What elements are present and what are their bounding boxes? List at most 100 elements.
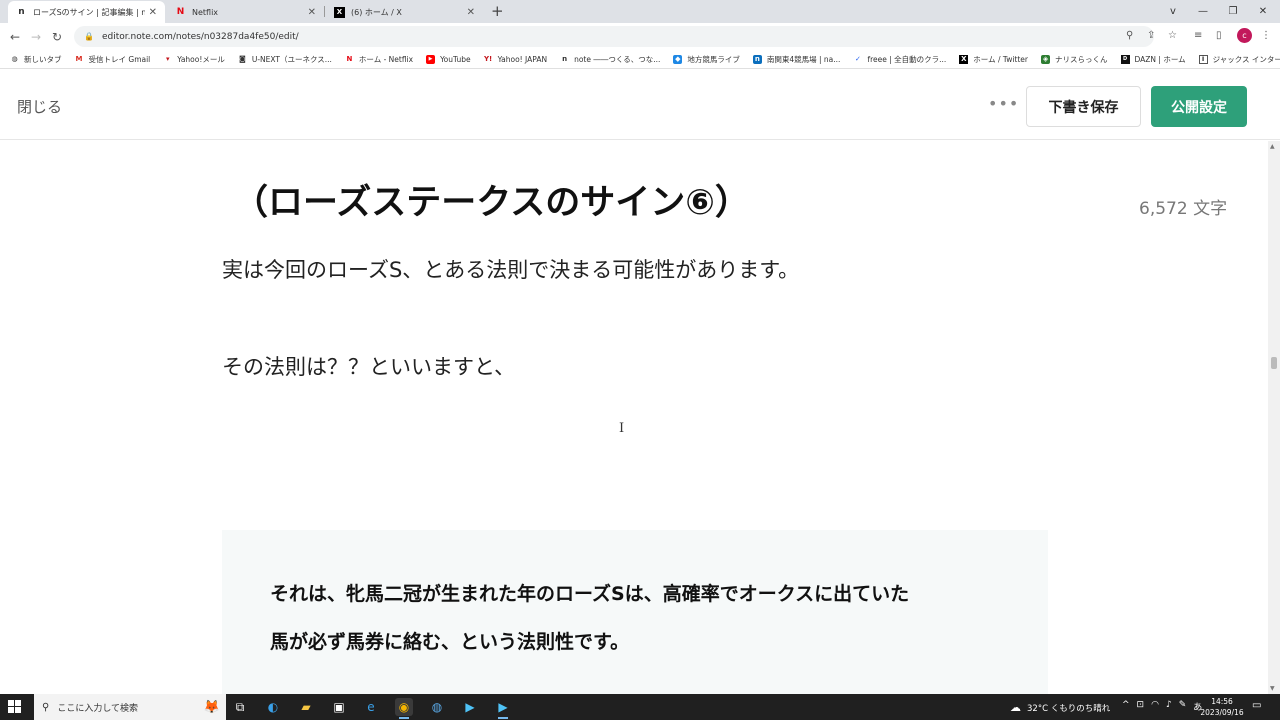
store-icon[interactable]: ▣ [330, 698, 348, 716]
bookmarks-bar: ◍ 新しいタブ M 受信トレイ Gmail ▾ Yahoo!メール ◙ U-NEXT（ユ… [0, 50, 1280, 69]
avatar[interactable]: c [1237, 28, 1252, 43]
url-field[interactable]: 🔒 editor.note.com/notes/n03287da4fe50/ed… [74, 26, 1154, 47]
bookmark-item[interactable]: ◍ 新しいタブ [10, 54, 61, 65]
tab-title: ローズSのサイン | 記事編集 | note [33, 7, 145, 17]
zoom-icon[interactable]: ⚲ [1126, 30, 1133, 41]
quote-line: それは、牝馬二冠が生まれた年のローズSは、高確率でオークスに出ていた [270, 583, 910, 605]
bookmark-item[interactable]: ◙ U-NEXT（ユーネクス... [238, 54, 332, 65]
windows-start-icon[interactable] [8, 700, 22, 714]
netflix-icon: N [346, 55, 353, 63]
nankan-icon: n [752, 54, 762, 64]
freee-icon: ✓ [855, 55, 861, 63]
recorder-icon[interactable]: ▶ [494, 698, 512, 719]
bookmark-item[interactable]: M 受信トレイ Gmail [75, 54, 151, 65]
bookmark-item[interactable]: ◈ ナリスらっくん [1041, 54, 1108, 65]
tab-x[interactable]: X (6) ホーム / X ✕ [326, 1, 483, 23]
bookmark-item[interactable]: ◆ 地方競馬ライブ [673, 54, 740, 65]
bookmark-item[interactable]: X ホーム / Twitter [959, 54, 1028, 65]
share-icon[interactable]: ⇪ [1147, 30, 1155, 41]
scroll-up-icon[interactable]: ▲ [1270, 143, 1275, 150]
tab-title: (6) ホーム / X [351, 7, 402, 17]
file-explorer-icon[interactable]: ▰ [297, 698, 315, 716]
publish-settings-button[interactable]: 公開設定 [1151, 86, 1247, 127]
bookmark-item[interactable]: Y! Yahoo! JAPAN [484, 55, 547, 64]
clock[interactable]: 14:56 2023/09/16 [1198, 696, 1246, 718]
pen-icon[interactable]: ✎ [1179, 700, 1187, 713]
browser-tab-strip: n ローズSのサイン | 記事編集 | note ✕ N Netflix ✕ X… [0, 0, 1280, 23]
unext-icon: ◙ [238, 55, 246, 63]
editor-body[interactable]: （ローズステークスのサイン⑥） 6,572 文字 実は今回のローズS、とある法則… [0, 141, 1268, 694]
lock-icon: 🔒 [84, 32, 94, 41]
address-bar-row: ← → ↻ 🔒 editor.note.com/notes/n03287da4f… [0, 23, 1280, 50]
tab-netflix[interactable]: N Netflix ✕ [167, 1, 324, 23]
x-icon: X [959, 54, 969, 64]
article-heading[interactable]: （ローズステークスのサイン⑥） [233, 174, 750, 225]
tab-note-editor[interactable]: n ローズSのサイン | 記事編集 | note ✕ [8, 1, 165, 23]
close-button[interactable]: 閉じる [17, 96, 62, 117]
weather-text: 32°C くもりのち晴れ [1027, 703, 1111, 714]
text-cursor-icon: I [619, 421, 625, 436]
yahoo-mail-icon: ▾ [166, 55, 170, 63]
gmail-icon: M [75, 55, 83, 63]
quote-line: 馬が必ず馬券に絡む、という法則性です。 [270, 631, 630, 653]
quote-block[interactable]: それは、牝馬二冠が生まれた年のローズSは、高確率でオークスに出ていた 馬が必ず馬… [222, 530, 1048, 694]
bookmark-item[interactable]: ✓ freee | 全自動のクラ... [853, 54, 946, 65]
system-tray: ^ ⊡ ◠ ♪ ✎ あ [1122, 700, 1202, 713]
close-tab-icon[interactable]: ✕ [308, 7, 316, 18]
save-draft-button[interactable]: 下書き保存 [1026, 86, 1141, 127]
taskbar-search-input[interactable]: ⚲ ここに入力して検索 🦊 [34, 694, 226, 720]
search-highlight-icon: 🦊 [203, 699, 220, 715]
restore-icon[interactable]: ❐ [1218, 0, 1248, 22]
globe-app-icon[interactable]: ◍ [428, 698, 446, 716]
bookmark-item[interactable]: n 南関東4競馬場 | na... [752, 54, 840, 65]
task-view-icon[interactable]: ⧉ [231, 698, 249, 716]
app-icon: ◈ [1041, 54, 1051, 64]
clock-time: 14:56 [1211, 697, 1233, 706]
keiba-icon: ◆ [673, 54, 683, 64]
yahoo-icon: Y! [483, 55, 493, 63]
search-placeholder: ここに入力して検索 [57, 703, 139, 714]
x-icon: X [334, 6, 345, 18]
scrollbar[interactable]: ▲ ▼ [1268, 141, 1280, 694]
forward-icon[interactable]: → [27, 28, 45, 46]
bookmark-item[interactable]: N ホーム - Netflix [345, 54, 413, 65]
cloud-icon: ☁ [1010, 701, 1021, 714]
back-icon[interactable]: ← [6, 28, 24, 46]
edge-icon[interactable]: ◐ [264, 698, 282, 716]
search-icon: ⚲ [42, 701, 50, 713]
bookmark-item[interactable]: iジャックス インターコム... [1198, 54, 1280, 65]
menu-icon[interactable]: ⋮ [1261, 30, 1271, 41]
bookmark-item[interactable]: ▶ YouTube [426, 54, 471, 64]
netflix-icon: N [176, 7, 185, 17]
minimize-icon[interactable]: — [1188, 0, 1218, 22]
bookmark-item[interactable]: ▾ Yahoo!メール [163, 54, 225, 65]
chevron-up-icon[interactable]: ^ [1122, 700, 1130, 713]
note-icon: n [18, 7, 25, 17]
weather-widget[interactable]: ☁ 32°C くもりのち晴れ [1010, 701, 1110, 714]
playlist-icon[interactable]: ≡ [1194, 30, 1202, 41]
reload-icon[interactable]: ↻ [48, 28, 66, 46]
close-tab-icon[interactable]: ✕ [149, 7, 157, 18]
video-editor-icon[interactable]: ▶ [461, 698, 479, 716]
volume-icon[interactable]: ♪ [1166, 700, 1172, 713]
youtube-icon: ▶ [426, 54, 436, 64]
close-window-icon[interactable]: ✕ [1248, 0, 1278, 22]
paragraph[interactable]: 実は今回のローズS、とある法則で決まる可能性があります。 [222, 254, 799, 284]
scroll-down-icon[interactable]: ▼ [1270, 685, 1275, 692]
wifi-icon[interactable]: ◠ [1151, 700, 1159, 713]
ie-icon[interactable]: e [362, 698, 380, 716]
side-panel-icon[interactable]: ▯ [1216, 30, 1222, 41]
paragraph[interactable]: その法則は？？といいますと、 [222, 351, 515, 381]
notification-icon[interactable]: ▭ [1252, 700, 1261, 711]
tab-search-icon[interactable]: v [1158, 0, 1188, 22]
bookmark-star-icon[interactable]: ☆ [1168, 30, 1177, 41]
more-options-icon[interactable]: ••• [988, 94, 1019, 113]
plus-icon[interactable]: + [491, 2, 504, 20]
scrollbar-thumb[interactable] [1271, 357, 1277, 369]
network-icon[interactable]: ⊡ [1137, 700, 1145, 713]
close-tab-icon[interactable]: ✕ [467, 7, 475, 18]
bookmark-item[interactable]: n note ――つくる、つな... [560, 54, 660, 65]
bookmark-item[interactable]: D DAZN | ホーム [1120, 54, 1186, 65]
tab-divider [324, 6, 325, 17]
chrome-icon[interactable]: ◉ [395, 698, 413, 719]
